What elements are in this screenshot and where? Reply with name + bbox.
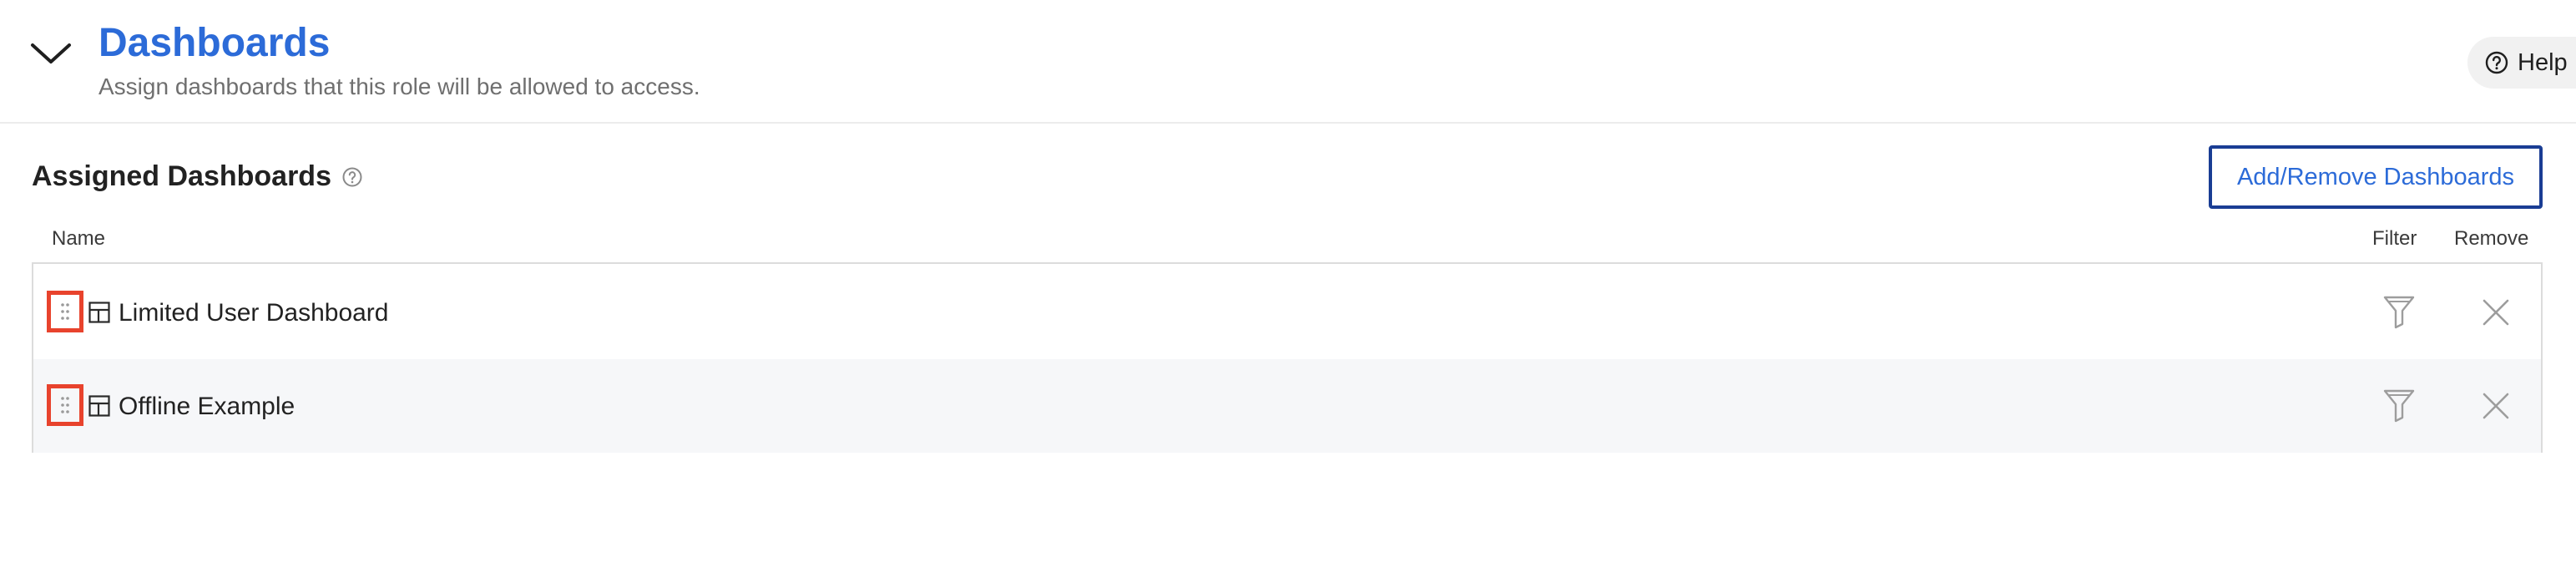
dashboard-layout-icon: [88, 395, 110, 417]
help-label: Help: [2518, 48, 2568, 76]
section-subtitle: Assign dashboards that this role will be…: [98, 74, 700, 99]
table-row: Offline Example: [33, 359, 2541, 453]
filter-icon[interactable]: [2382, 388, 2416, 423]
help-button[interactable]: Help: [2467, 37, 2576, 89]
close-icon[interactable]: [2481, 297, 2511, 327]
dashboard-name[interactable]: Limited User Dashboard: [119, 299, 388, 327]
question-circle-icon: [2485, 51, 2508, 74]
section-header: Dashboards Assign dashboards that this r…: [0, 0, 2576, 124]
add-remove-dashboards-button[interactable]: Add/Remove Dashboards: [2209, 145, 2543, 209]
chevron-down-icon[interactable]: [30, 40, 72, 65]
assigned-dashboards-heading: Assigned Dashboards: [32, 160, 363, 193]
column-header-filter: Filter: [2372, 227, 2417, 250]
assigned-dashboards-title: Assigned Dashboards: [32, 160, 331, 192]
column-header-remove: Remove: [2454, 227, 2529, 250]
info-icon[interactable]: [341, 166, 363, 188]
dashboard-name[interactable]: Offline Example: [119, 393, 295, 420]
drag-handle-icon[interactable]: [47, 384, 83, 426]
filter-icon[interactable]: [2382, 294, 2416, 329]
assigned-dashboards-table: Limited User Dashboard Offline Example: [32, 262, 2543, 453]
section-title: Dashboards: [98, 21, 331, 65]
table-row: Limited User Dashboard: [33, 266, 2541, 359]
close-icon[interactable]: [2481, 391, 2511, 421]
drag-handle-icon[interactable]: [47, 291, 83, 332]
dashboard-layout-icon: [88, 302, 110, 323]
column-header-name: Name: [52, 227, 106, 250]
